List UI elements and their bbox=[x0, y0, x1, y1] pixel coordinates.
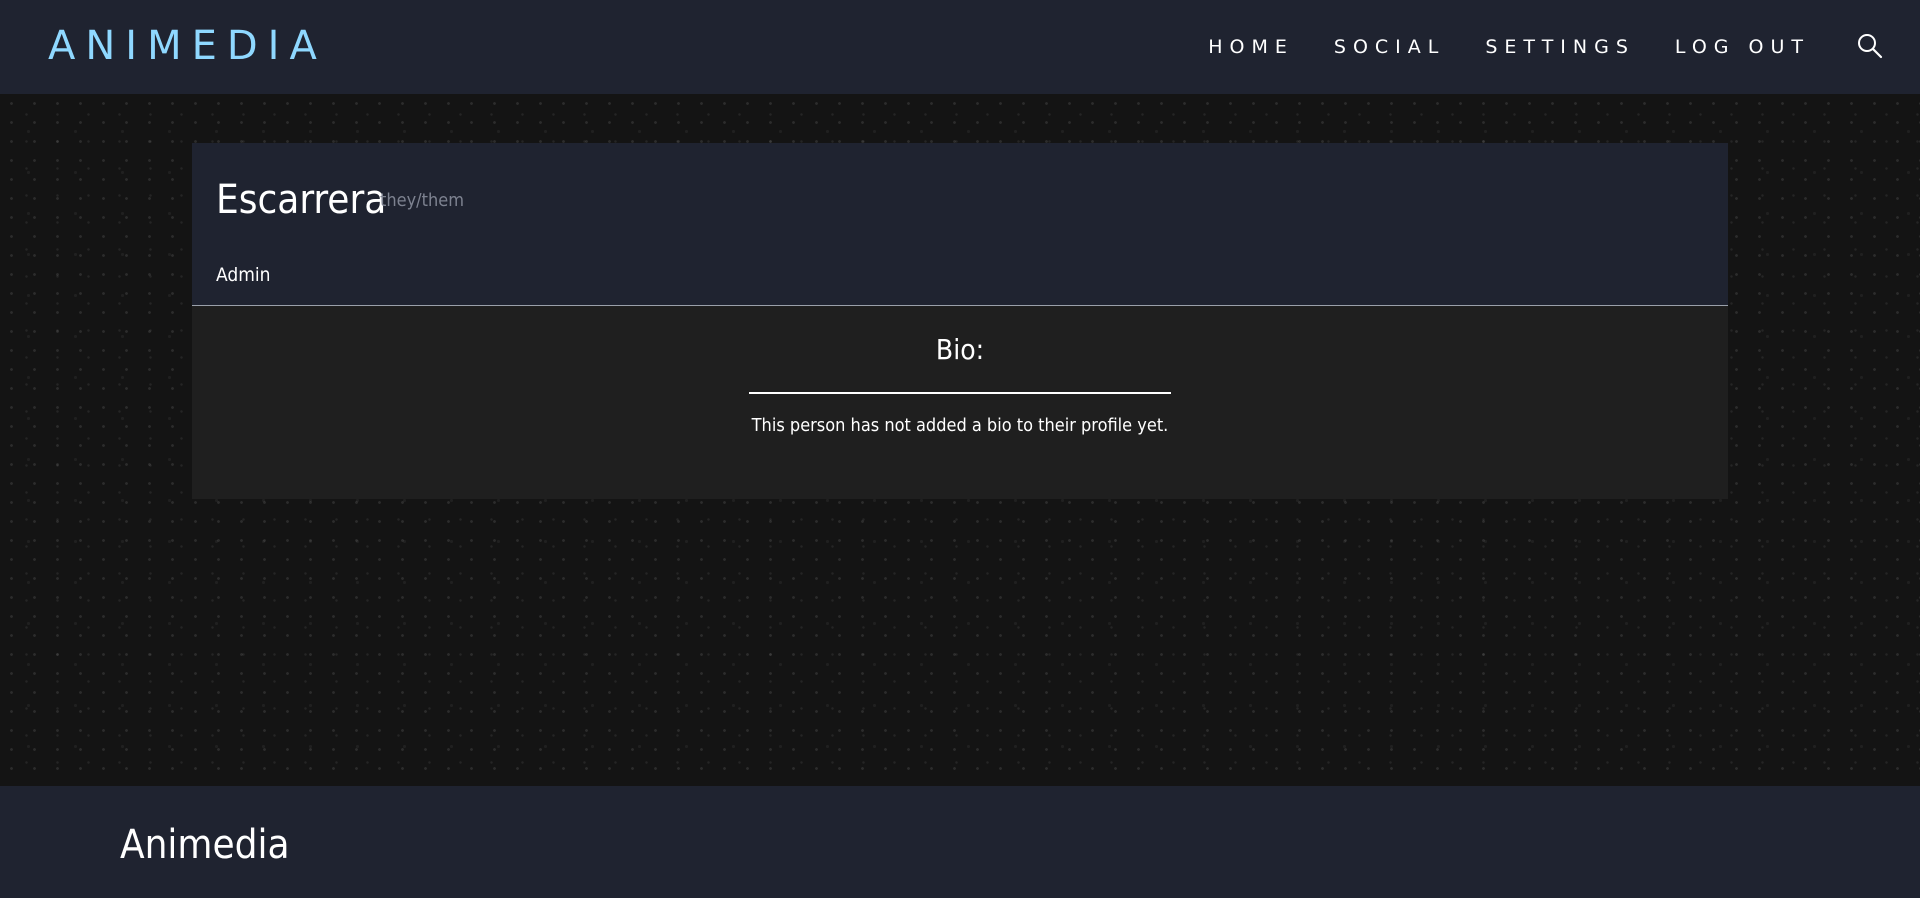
top-navbar: ANIMEDIA HOME SOCIAL SETTINGS LOG OUT bbox=[0, 0, 1920, 94]
footer: Animedia bbox=[0, 786, 1920, 898]
search-icon[interactable] bbox=[1856, 32, 1884, 60]
profile-header: Escarrera they/them Admin bbox=[192, 143, 1728, 306]
nav-link-log-out[interactable]: LOG OUT bbox=[1675, 34, 1810, 60]
nav-link-home[interactable]: HOME bbox=[1208, 34, 1294, 60]
nav-link-settings[interactable]: SETTINGS bbox=[1485, 34, 1635, 60]
bio-divider bbox=[749, 392, 1171, 394]
nav-links: HOME SOCIAL SETTINGS LOG OUT bbox=[1208, 34, 1810, 60]
bio-heading: Bio: bbox=[935, 333, 985, 366]
profile-card: Escarrera they/them Admin Bio: This pers… bbox=[192, 143, 1728, 499]
profile-username: Escarrera bbox=[216, 177, 387, 223]
nav-link-social[interactable]: SOCIAL bbox=[1334, 34, 1445, 60]
profile-role: Admin bbox=[216, 264, 271, 286]
footer-brand: Animedia bbox=[120, 822, 290, 868]
bio-text: This person has not added a bio to their… bbox=[751, 415, 1169, 436]
bio-section: Bio: This person has not added a bio to … bbox=[192, 306, 1728, 499]
profile-pronouns: they/them bbox=[380, 190, 464, 211]
brand-logo-link[interactable]: ANIMEDIA bbox=[48, 22, 327, 70]
